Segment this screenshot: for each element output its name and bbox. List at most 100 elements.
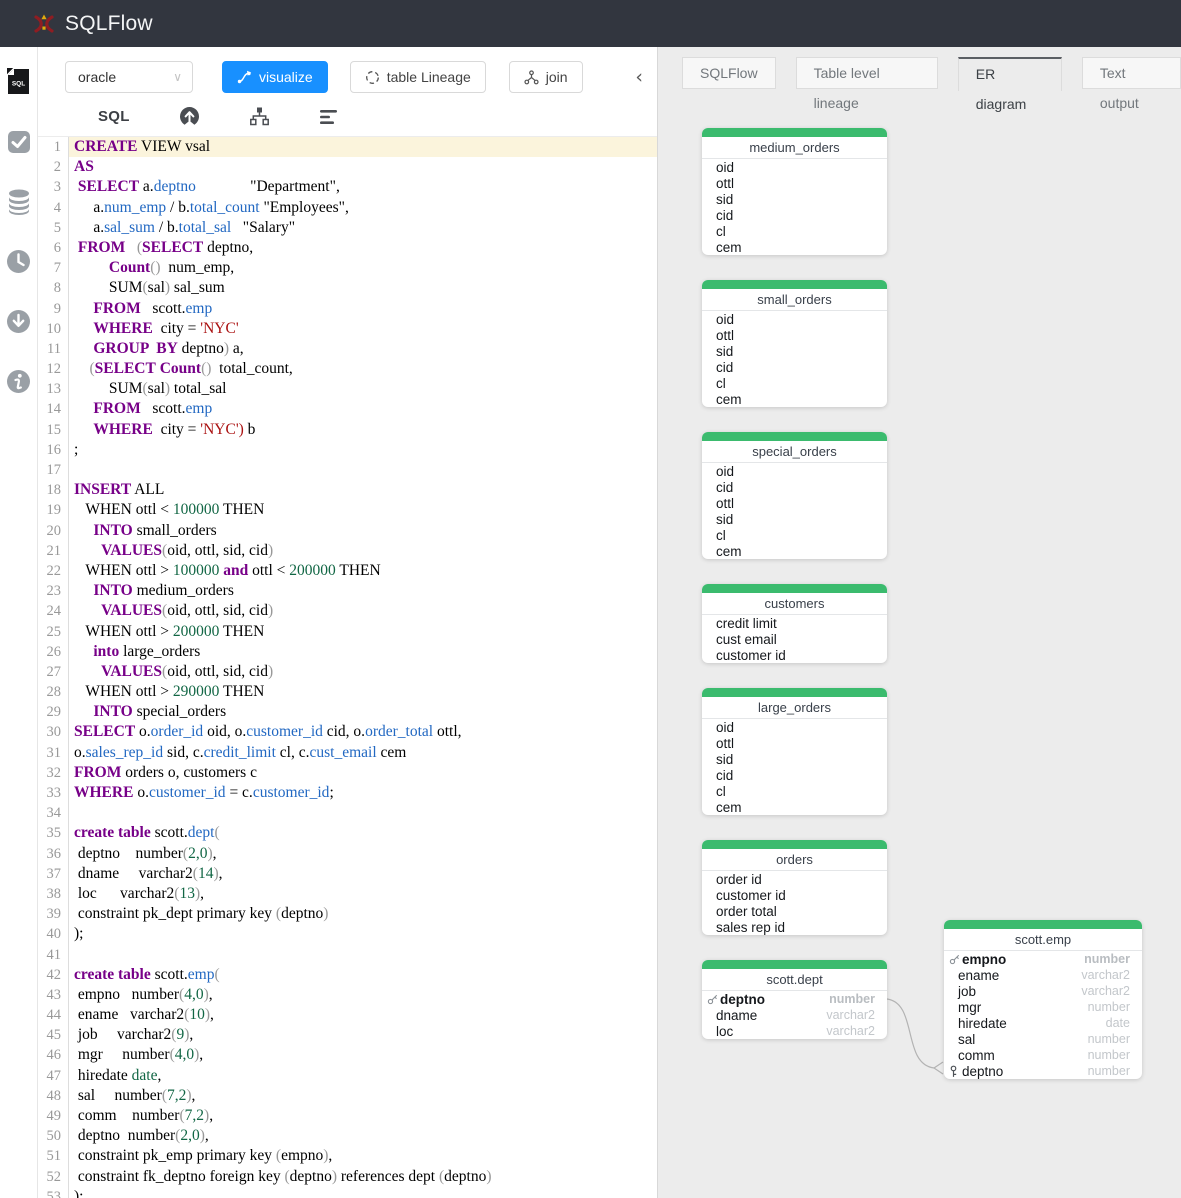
line-number: 40 [38, 924, 69, 944]
code-text: a.num_emp / b.total_count "Employees", [69, 198, 657, 218]
code-line[interactable]: 33WHERE o.customer_id = c.customer_id; [38, 783, 657, 803]
code-line[interactable]: 6 FROM (SELECT deptno, [38, 238, 657, 258]
history-clock-icon[interactable] [6, 248, 32, 275]
code-line[interactable]: 53); [38, 1187, 657, 1198]
code-line[interactable]: 39 constraint pk_dept primary key (deptn… [38, 904, 657, 924]
code-line[interactable]: 26 into large_orders [38, 642, 657, 662]
code-line[interactable]: 10 WHERE city = 'NYC' [38, 319, 657, 339]
code-line[interactable]: 9 FROM scott.emp [38, 299, 657, 319]
code-line[interactable]: 31o.sales_rep_id sid, c.credit_limit cl,… [38, 743, 657, 763]
er-column-name: order id [716, 872, 762, 887]
sql-file-icon[interactable]: SQL [6, 68, 32, 95]
code-editor[interactable]: 1CREATE VIEW vsal2AS3 SELECT a.deptno "D… [38, 137, 657, 1198]
er-column-name: ottl [716, 736, 734, 751]
sql-mode-label[interactable]: SQL [98, 108, 130, 125]
code-line[interactable]: 34 [38, 803, 657, 823]
join-button[interactable]: join [509, 61, 583, 93]
line-number: 50 [38, 1126, 69, 1146]
er-table-large_orders[interactable]: large_ordersoidottlsidcidclcem [702, 688, 887, 815]
er-table-title: scott.dept [702, 969, 887, 991]
code-text: sal number(7,2), [69, 1086, 657, 1106]
code-line[interactable]: 3 SELECT a.deptno "Department", [38, 177, 657, 197]
code-line[interactable]: 23 INTO medium_orders [38, 581, 657, 601]
code-line[interactable]: 8 SUM(sal) sal_sum [38, 278, 657, 298]
visualize-button[interactable]: visualize [222, 61, 328, 93]
code-line[interactable]: 37 dname varchar2(14), [38, 864, 657, 884]
code-line[interactable]: 43 empno number(4,0), [38, 985, 657, 1005]
code-line[interactable]: 1CREATE VIEW vsal [38, 137, 657, 157]
er-table-title: orders [702, 849, 887, 871]
code-line[interactable]: 44 ename varchar2(10), [38, 1005, 657, 1025]
line-number: 46 [38, 1045, 69, 1065]
code-text: deptno number(2,0), [69, 1126, 657, 1146]
line-number: 41 [38, 945, 69, 965]
line-number: 24 [38, 601, 69, 621]
collapse-panel-icon[interactable]: ‹ [635, 68, 643, 87]
er-table-medium_orders[interactable]: medium_ordersoidottlsidcidclcem [702, 128, 887, 255]
code-line[interactable]: 19 WHEN ottl < 100000 THEN [38, 500, 657, 520]
code-line[interactable]: 51 constraint pk_emp primary key (empno)… [38, 1146, 657, 1166]
er-table-orders[interactable]: ordersorder idcustomer idorder totalsale… [702, 840, 887, 935]
code-line[interactable]: 4 a.num_emp / b.total_count "Employees", [38, 198, 657, 218]
er-table-scott-dept[interactable]: scott.deptdeptnonumberdnamevarchar2locva… [702, 960, 887, 1039]
code-line[interactable]: 38 loc varchar2(13), [38, 884, 657, 904]
code-line[interactable]: 27 VALUES(oid, ottl, sid, cid) [38, 662, 657, 682]
er-table-scott-emp[interactable]: scott.empempnonumberenamevarchar2jobvarc… [944, 920, 1142, 1079]
code-text: SELECT o.order_id oid, o.customer_id cid… [69, 722, 657, 742]
code-line[interactable]: 46 mgr number(4,0), [38, 1045, 657, 1065]
code-text: WHERE city = 'NYC') b [69, 420, 657, 440]
code-line[interactable]: 11 GROUP BY deptno) a, [38, 339, 657, 359]
download-icon[interactable] [6, 308, 32, 335]
er-table-special_orders[interactable]: special_ordersoidcidottlsidclcem [702, 432, 887, 559]
code-line[interactable]: 28 WHEN ottl > 290000 THEN [38, 682, 657, 702]
er-table-title: medium_orders [702, 137, 887, 159]
code-line[interactable]: 16; [38, 440, 657, 460]
code-text: SUM(sal) total_sal [69, 379, 657, 399]
er-column: sales rep id [702, 919, 887, 935]
code-line[interactable]: 5 a.sal_sum / b.total_sal "Salary" [38, 218, 657, 238]
code-line[interactable]: 49 comm number(7,2), [38, 1106, 657, 1126]
code-line[interactable]: 13 SUM(sal) total_sal [38, 379, 657, 399]
code-text: WHERE city = 'NYC' [69, 319, 657, 339]
code-line[interactable]: 22 WHEN ottl > 100000 and ottl < 200000 … [38, 561, 657, 581]
code-line[interactable]: 14 FROM scott.emp [38, 399, 657, 419]
code-line[interactable]: 42create table scott.emp( [38, 965, 657, 985]
upload-icon[interactable] [179, 106, 200, 127]
code-line[interactable]: 2AS [38, 157, 657, 177]
table-lineage-button[interactable]: table Lineage [350, 61, 486, 93]
code-line[interactable]: 24 VALUES(oid, ottl, sid, cid) [38, 601, 657, 621]
db-dialect-select[interactable]: oracle ∨ [65, 61, 193, 93]
er-table-title: scott.emp [944, 929, 1142, 951]
info-icon[interactable] [6, 368, 32, 395]
er-table-customers[interactable]: customerscredit limitcust emailcustomer … [702, 584, 887, 663]
code-text: VALUES(oid, ottl, sid, cid) [69, 662, 657, 682]
code-line[interactable]: 15 WHERE city = 'NYC') b [38, 420, 657, 440]
code-line[interactable]: 52 constraint fk_deptno foreign key (dep… [38, 1167, 657, 1187]
approve-check-icon[interactable] [6, 128, 32, 155]
code-line[interactable]: 25 WHEN ottl > 200000 THEN [38, 622, 657, 642]
code-line[interactable]: 35create table scott.dept( [38, 823, 657, 843]
code-line[interactable]: 17 [38, 460, 657, 480]
code-line[interactable]: 30SELECT o.order_id oid, o.customer_id c… [38, 722, 657, 742]
code-line[interactable]: 18INSERT ALL [38, 480, 657, 500]
code-line[interactable]: 40); [38, 924, 657, 944]
database-icon[interactable] [6, 188, 32, 215]
line-number: 44 [38, 1005, 69, 1025]
code-line[interactable]: 41 [38, 945, 657, 965]
align-lines-icon[interactable] [319, 108, 339, 126]
er-column-name: sal [958, 1032, 975, 1047]
sitemap-icon[interactable] [249, 106, 270, 127]
code-line[interactable]: 21 VALUES(oid, ottl, sid, cid) [38, 541, 657, 561]
er-table-small_orders[interactable]: small_ordersoidottlsidcidclcem [702, 280, 887, 407]
code-line[interactable]: 29 INTO special_orders [38, 702, 657, 722]
code-line[interactable]: 12 (SELECT Count() total_count, [38, 359, 657, 379]
dashed-circle-icon [365, 70, 380, 85]
code-line[interactable]: 7 Count() num_emp, [38, 258, 657, 278]
code-line[interactable]: 36 deptno number(2,0), [38, 844, 657, 864]
code-line[interactable]: 32FROM orders o, customers c [38, 763, 657, 783]
code-line[interactable]: 48 sal number(7,2), [38, 1086, 657, 1106]
code-line[interactable]: 45 job varchar2(9), [38, 1025, 657, 1045]
code-line[interactable]: 47 hiredate date, [38, 1066, 657, 1086]
code-line[interactable]: 20 INTO small_orders [38, 521, 657, 541]
code-line[interactable]: 50 deptno number(2,0), [38, 1126, 657, 1146]
